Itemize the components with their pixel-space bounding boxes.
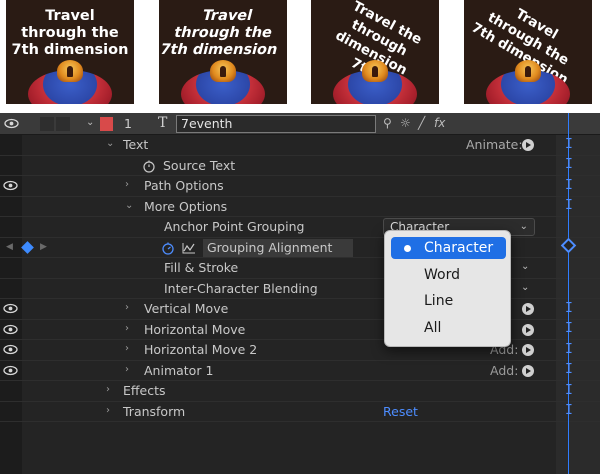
motion-blur-switch-icon[interactable]: ╱	[418, 116, 425, 130]
property-label: Fill & Stroke	[164, 260, 239, 275]
add-menu-button[interactable]	[522, 364, 534, 377]
property-label: More Options	[144, 198, 228, 214]
eye-icon[interactable]	[3, 180, 18, 191]
chevron-down-icon[interactable]: ⌄	[106, 139, 116, 149]
menu-item-line[interactable]: Line	[391, 290, 506, 312]
label-color-swatch[interactable]	[100, 117, 113, 131]
layer-bar-marker: I	[565, 403, 573, 418]
layer-bar-marker: I	[565, 321, 573, 336]
property-row-text[interactable]: ⌄ Text Animate:	[0, 135, 600, 156]
thumbnail-text: Travel through the 7th dimension	[11, 8, 129, 58]
menu-item-label: All	[424, 320, 442, 336]
layer-switch-box[interactable]	[56, 117, 70, 131]
chevron-right-icon[interactable]: ›	[106, 405, 116, 416]
property-label: Horizontal Move	[144, 321, 246, 337]
layer-bar-marker: I	[565, 301, 573, 316]
graph-editor-icon[interactable]	[182, 242, 196, 254]
menu-item-all[interactable]: All	[391, 317, 506, 339]
property-label: Path Options	[144, 178, 224, 193]
property-label: Text	[123, 137, 149, 152]
menu-item-character[interactable]: Character	[391, 237, 506, 259]
chevron-right-icon[interactable]: ›	[125, 303, 135, 313]
grouping-alignment-popup-menu: Character Word Line All	[384, 230, 511, 347]
add-menu-button[interactable]	[522, 323, 534, 336]
chevron-right-icon[interactable]: ›	[125, 344, 135, 354]
property-label: Transform	[123, 403, 186, 419]
selected-dot-icon	[404, 245, 411, 252]
chevron-down-icon: ⌄	[519, 221, 528, 232]
property-label: Vertical Move	[144, 301, 229, 316]
layer-row[interactable]: ⌄ 1 T 7eventh ⚲ ☼ ╱ fx	[0, 113, 600, 135]
add-menu-button[interactable]	[522, 303, 534, 315]
layer-bar-marker: I	[565, 198, 573, 213]
prev-keyframe-icon[interactable]: ◀	[6, 242, 13, 252]
property-row-transform[interactable]: › Transform Reset	[0, 402, 600, 422]
eye-icon[interactable]	[3, 303, 18, 314]
property-label: Anchor Point Grouping	[164, 219, 305, 234]
add-menu-button[interactable]	[522, 344, 534, 356]
property-label: Horizontal Move 2	[144, 342, 258, 357]
property-label: Source Text	[163, 157, 236, 173]
collapse-chevron-icon[interactable]: ⌄	[86, 117, 94, 128]
shy-switch-icon[interactable]: ⚲	[383, 116, 392, 130]
quality-switch-icon[interactable]: ☼	[400, 116, 411, 130]
ufo-dome-graphic	[515, 60, 541, 82]
add-label: Add:	[490, 362, 519, 378]
chevron-right-icon[interactable]: ›	[125, 364, 135, 375]
menu-item-word[interactable]: Word	[391, 264, 506, 286]
property-label: Animator 1	[144, 362, 214, 378]
layer-bar-marker: I	[565, 362, 573, 377]
menu-item-label: Character	[424, 240, 494, 256]
next-keyframe-icon[interactable]: ▶	[40, 242, 47, 252]
eye-icon[interactable]	[3, 324, 18, 335]
property-label: Effects	[123, 383, 166, 398]
layer-bar-marker: I	[565, 342, 573, 357]
stopwatch-icon[interactable]	[142, 159, 156, 173]
animate-menu-button[interactable]	[522, 139, 534, 151]
preview-thumbnail-1: Travel through the 7th dimension	[6, 0, 134, 104]
layer-bar-marker: I	[565, 383, 573, 398]
eye-icon[interactable]	[3, 365, 18, 376]
property-row-effects[interactable]: › Effects	[0, 381, 600, 402]
menu-item-label: Line	[424, 293, 454, 309]
chevron-right-icon[interactable]: ›	[125, 180, 135, 190]
property-row-more-options[interactable]: ⌄ More Options	[0, 197, 600, 217]
ufo-dome-graphic	[362, 60, 388, 82]
ufo-dome-graphic	[210, 60, 236, 82]
layer-bar-marker: I	[565, 178, 573, 193]
layer-switch-box[interactable]	[40, 117, 54, 131]
preview-thumbnail-4: Travel through the 7th dimension	[464, 0, 592, 104]
layer-name-field[interactable]: 7eventh	[176, 115, 376, 133]
property-label: Inter-Character Blending	[164, 280, 318, 296]
effects-switch-icon[interactable]: fx	[434, 116, 445, 130]
property-label: Grouping Alignment	[207, 239, 333, 255]
menu-item-label: Word	[424, 267, 460, 283]
text-layer-type-icon: T	[158, 115, 168, 131]
property-row-source-text[interactable]: Source Text	[0, 156, 600, 176]
ufo-dome-graphic	[57, 60, 83, 82]
property-row-path-options[interactable]: › Path Options	[0, 176, 600, 197]
property-row-animator-1[interactable]: › Animator 1 Add:	[0, 361, 600, 381]
thumbnail-text: Travel through the 7th dimension	[159, 8, 280, 58]
chevron-right-icon[interactable]: ›	[125, 323, 135, 334]
preview-thumbnail-3: Travel the through dimension 7th	[311, 0, 439, 104]
eye-icon[interactable]	[4, 118, 19, 129]
keyframe-diamond-icon[interactable]	[21, 240, 34, 254]
animate-label: Animate:	[466, 137, 523, 152]
chevron-down-icon[interactable]: ⌄	[521, 282, 529, 293]
layer-bar-marker: I	[565, 137, 573, 152]
layer-number: 1	[124, 116, 132, 131]
chevron-down-icon[interactable]: ⌄	[125, 200, 135, 211]
stopwatch-active-icon[interactable]	[161, 241, 175, 255]
chevron-right-icon[interactable]: ›	[106, 385, 116, 395]
layer-bar-marker: I	[565, 157, 573, 172]
preview-thumbnail-2: Travel through the 7th dimension	[159, 0, 287, 104]
eye-icon[interactable]	[3, 344, 18, 355]
chevron-down-icon[interactable]: ⌄	[521, 261, 529, 272]
reset-link[interactable]: Reset	[383, 404, 418, 419]
